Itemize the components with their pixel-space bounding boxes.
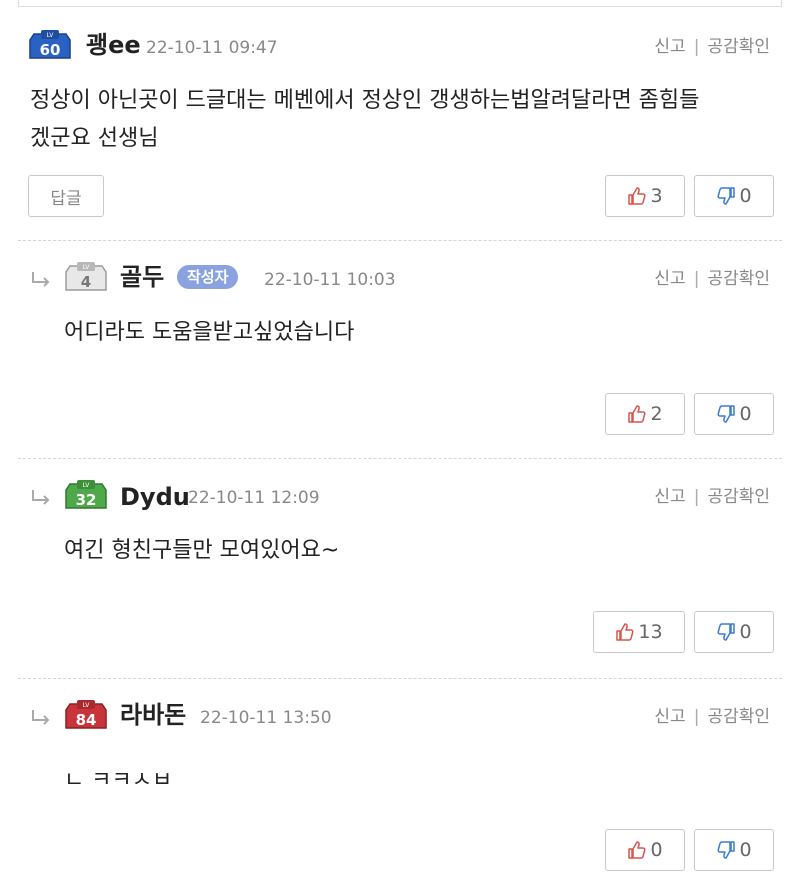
thumbs-up-icon (628, 405, 646, 423)
svg-text:60: 60 (40, 41, 61, 59)
comment-date: 22-10-11 09:47 (146, 38, 278, 58)
comment-actions: 신고 | 공감확인 (654, 36, 770, 58)
svg-text:4: 4 (81, 273, 91, 291)
reply-arrow-icon (32, 710, 50, 725)
upvote-button[interactable]: 3 (605, 175, 685, 217)
agree-check-link[interactable]: 공감확인 (707, 487, 770, 507)
downvote-button[interactable]: 0 (694, 611, 774, 653)
thumbs-up-icon (616, 623, 634, 641)
upvote-count: 2 (650, 403, 663, 425)
comment-date: 22-10-11 13:50 (200, 708, 332, 728)
thumbs-down-icon (717, 187, 736, 205)
downvote-count: 0 (739, 185, 752, 207)
thumbs-up-icon (628, 841, 646, 859)
svg-text:LV: LV (83, 264, 91, 271)
report-link[interactable]: 신고 (654, 269, 685, 289)
comment-text-line: 어디라도 도움을받고싶었습니다 (64, 320, 355, 345)
upvote-button[interactable]: 0 (605, 829, 685, 871)
comment-body: ㄴ ㅋㅋㅅㅂ (64, 754, 172, 784)
level-badge-icon: LV 4 (65, 262, 107, 291)
upvote-button[interactable]: 2 (605, 393, 685, 435)
comment-actions: 신고 | 공감확인 (654, 268, 770, 290)
comment-item: LV 84 라바돈 22-10-11 13:50 신고 | 공감확인 ㄴ ㅋㅋㅅㅂ … (0, 678, 800, 893)
divider: | (693, 269, 700, 289)
comment-text-line: 겠군요 선생님 (30, 126, 159, 151)
comment-body: 정상이 아닌곳이 드글대는 메벤에서 정상인 갱생하는법알려달라면 좀힘들 겠군… (30, 82, 699, 158)
svg-text:32: 32 (76, 491, 97, 509)
svg-text:LV: LV (83, 702, 91, 709)
downvote-count: 0 (739, 621, 752, 643)
report-link[interactable]: 신고 (654, 487, 685, 507)
comment-text-line: 정상이 아닌곳이 드글대는 메벤에서 정상인 갱생하는법알려달라면 좀힘들 (30, 88, 700, 113)
comment-item: LV 32 Dydu 22-10-11 12:09 신고 | 공감확인 여긴 형친구… (0, 458, 800, 678)
agree-check-link[interactable]: 공감확인 (707, 707, 770, 727)
downvote-button[interactable]: 0 (694, 393, 774, 435)
comment-author[interactable]: 라바돈 (120, 700, 186, 730)
downvote-count: 0 (739, 839, 752, 861)
comment-text-line: ㄴ ㅋㅋㅅㅂ (64, 768, 173, 784)
level-badge-icon: LV 32 (65, 480, 107, 509)
comment-author[interactable]: 괭ee (86, 30, 141, 60)
upvote-count: 0 (650, 839, 663, 861)
comment-actions: 신고 | 공감확인 (654, 486, 770, 508)
upvote-count: 3 (650, 185, 663, 207)
comment-body: 어디라도 도움을받고싶었습니다 (64, 314, 354, 352)
divider: | (693, 487, 700, 507)
comment-author[interactable]: 골두 (120, 262, 164, 292)
upvote-button[interactable]: 13 (593, 611, 685, 653)
downvote-button[interactable]: 0 (694, 175, 774, 217)
reply-button[interactable]: 답글 (28, 175, 104, 217)
author-badge: 작성자 (177, 265, 239, 289)
downvote-count: 0 (739, 403, 752, 425)
thumbs-up-icon (628, 187, 646, 205)
agree-check-link[interactable]: 공감확인 (707, 37, 770, 57)
comment-item: LV 4 골두 작성자 22-10-11 10:03 신고 | 공감확인 어디라도 … (0, 240, 800, 458)
svg-text:LV: LV (83, 482, 91, 489)
divider: | (693, 37, 700, 57)
svg-text:LV: LV (47, 32, 55, 39)
report-link[interactable]: 신고 (654, 37, 685, 57)
level-badge-icon: LV 60 (29, 30, 71, 59)
comment-item: LV 60 괭ee 22-10-11 09:47 신고 | 공감확인 정상이 아닌곳… (0, 0, 800, 240)
upvote-count: 13 (638, 621, 663, 643)
svg-text:84: 84 (76, 711, 97, 729)
comment-text-line: 여긴 형친구들만 모여있어요~ (64, 538, 340, 563)
comment-date: 22-10-11 10:03 (264, 270, 396, 290)
comment-date: 22-10-11 12:09 (188, 488, 320, 508)
comment-author[interactable]: Dydu (120, 482, 190, 512)
thumbs-down-icon (717, 405, 736, 423)
thumbs-down-icon (717, 623, 736, 641)
thumbs-down-icon (717, 841, 736, 859)
report-link[interactable]: 신고 (654, 707, 685, 727)
agree-check-link[interactable]: 공감확인 (707, 269, 770, 289)
comment-actions: 신고 | 공감확인 (654, 706, 770, 728)
reply-arrow-icon (32, 490, 50, 505)
level-badge-icon: LV 84 (65, 700, 107, 729)
comment-body: 여긴 형친구들만 모여있어요~ (64, 532, 339, 570)
reply-arrow-icon (32, 272, 50, 287)
downvote-button[interactable]: 0 (694, 829, 774, 871)
divider: | (693, 707, 700, 727)
